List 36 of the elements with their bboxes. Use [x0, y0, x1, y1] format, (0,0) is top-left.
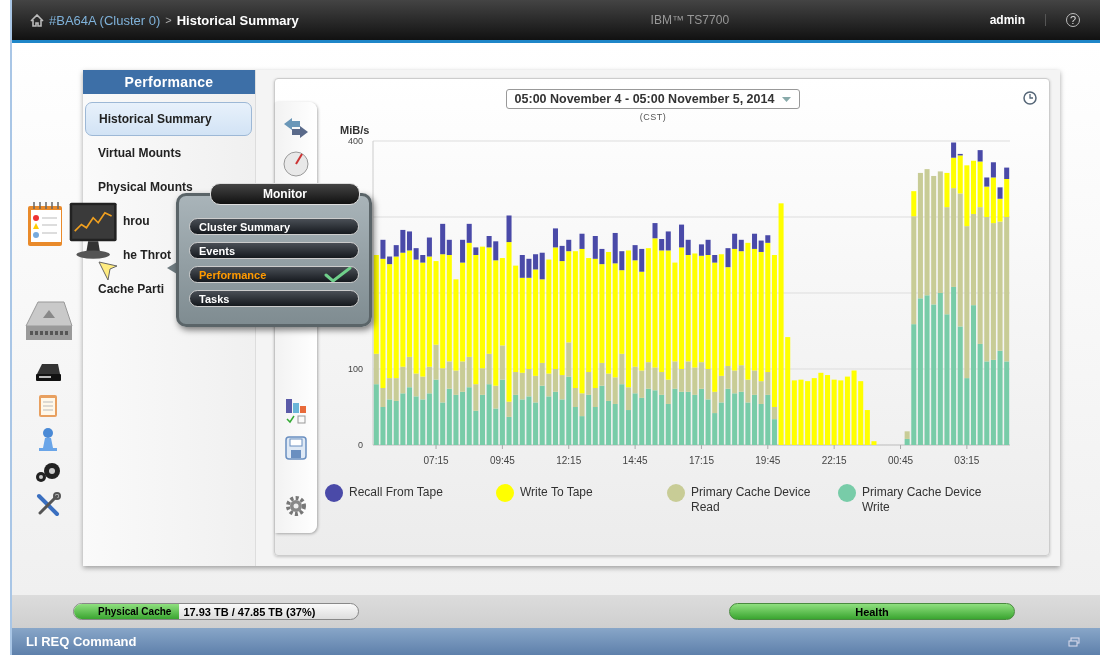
- bar-label: Health: [855, 605, 889, 618]
- user-name[interactable]: admin: [989, 13, 1025, 27]
- axis-label: 22:15: [821, 455, 847, 466]
- axis-label: 14:45: [622, 455, 648, 466]
- nav-item[interactable]: Virtual Mounts: [83, 136, 255, 170]
- bar-reading: 17.93 TB / 47.85 TB (37%): [182, 605, 316, 618]
- menu-item[interactable]: Events: [189, 242, 359, 259]
- axis-label: 12:15: [556, 455, 582, 466]
- menu-item[interactable]: Cluster Summary: [189, 218, 359, 235]
- axis-label: 03:15: [954, 455, 980, 466]
- panel-title: Performance: [83, 70, 255, 94]
- breadcrumb-link[interactable]: #BA64A (Cluster 0): [49, 12, 161, 28]
- page-title: Historical Summary: [176, 12, 299, 28]
- nav-item[interactable]: Historical Summary: [85, 102, 252, 136]
- axis-label: 400: [347, 136, 363, 146]
- legend-label: Primary Cache Device Read: [691, 484, 812, 515]
- bar-label: Physical Cache: [97, 606, 172, 617]
- timezone-label: (CST): [639, 112, 667, 122]
- axis-label: 100: [347, 364, 363, 374]
- date-range-dropdown[interactable]: 05:00 November 4 - 05:00 November 5, 2014: [505, 89, 801, 109]
- menu-item[interactable]: Performance: [189, 266, 359, 283]
- axis-label: 0: [358, 440, 363, 450]
- menu-item[interactable]: Tasks: [189, 290, 359, 307]
- menu-title: Monitor: [210, 183, 360, 205]
- product-name: IBM™ TS7700: [649, 13, 731, 27]
- axis-label: 19:45: [755, 455, 781, 466]
- legend-label: Write To Tape: [520, 484, 594, 500]
- breadcrumb-separator: >: [165, 14, 172, 26]
- command-bar-title: LI REQ Command: [26, 634, 137, 649]
- axis-label: 07:15: [423, 455, 449, 466]
- axis-title: MiB/s: [340, 124, 370, 136]
- legend-label: Primary Cache Device Write: [862, 484, 983, 515]
- axis-label: 09:45: [489, 455, 515, 466]
- axis-label: 17:15: [688, 455, 714, 466]
- legend-label: Recall From Tape: [349, 484, 444, 500]
- axis-label: 00:45: [888, 455, 914, 466]
